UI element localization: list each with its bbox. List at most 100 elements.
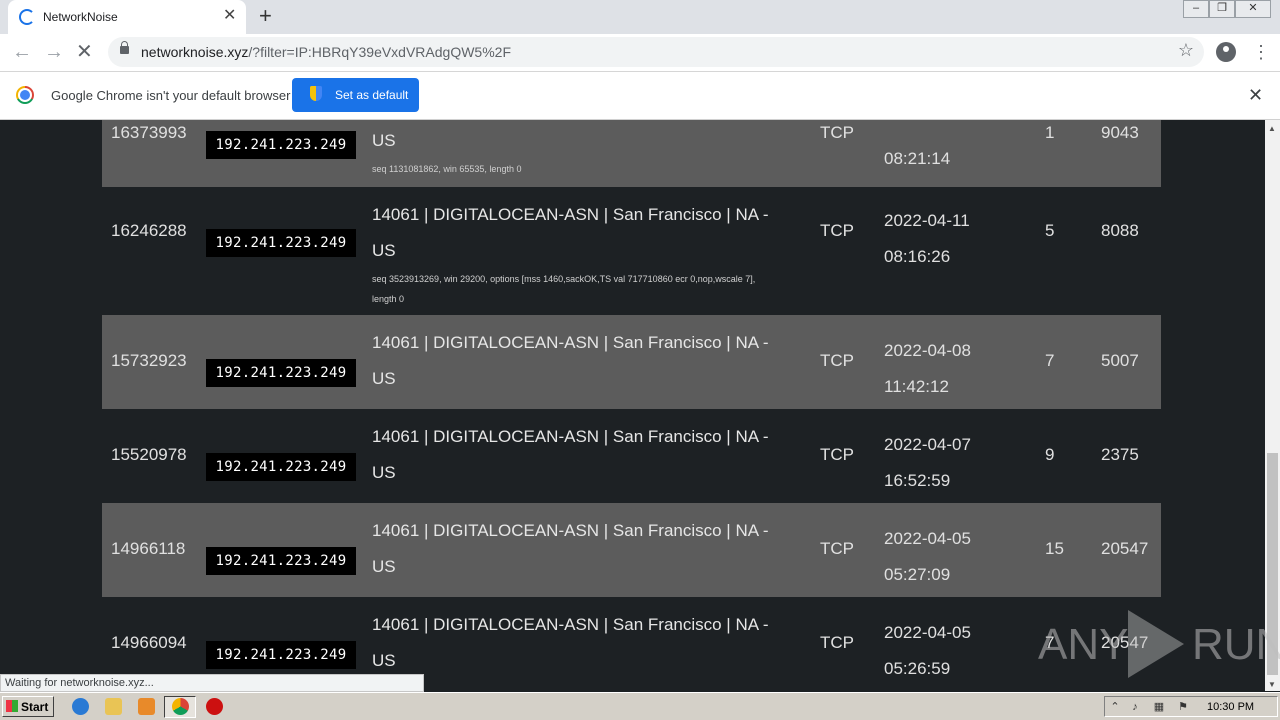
tab-networknoise[interactable]: NetworkNoise ✕ [8, 0, 246, 34]
row-protocol: TCP [820, 445, 854, 464]
row-asn: 14061 | DIGITALOCEAN-ASN | San Francisco… [372, 513, 802, 585]
row-id: 15520978 [111, 445, 187, 464]
table-row: 15520978 TCP 9 2375 192.241.223.249 14061 | D… [102, 409, 1161, 503]
profile-icon[interactable] [1216, 42, 1236, 62]
asn-country: US [372, 651, 396, 670]
infobar-message: Google Chrome isn't your default browser [51, 88, 291, 103]
window-close-button[interactable]: ✕ [1235, 0, 1271, 18]
row-timestamp: 2022-04-08 11:42:12 [884, 333, 994, 405]
row-time: 05:26:59 [884, 659, 951, 678]
infobar-close-icon[interactable]: ✕ [1248, 85, 1263, 105]
row-timestamp: 2022-04-07 16:52:59 [884, 427, 994, 499]
scroll-up-icon[interactable]: ▲ [1268, 124, 1276, 133]
browser-toolbar: ← → ✕ networknoise.xyz/?filter=IP:HBRqY3… [0, 34, 1280, 72]
row-packet-detail: seq 1131081862, win 65535, length 0 [372, 164, 522, 174]
network-icon[interactable]: ▦ [1153, 701, 1165, 713]
ip-address-badge[interactable]: 192.241.223.249 [206, 547, 356, 575]
row-asn: 14061 | DIGITALOCEAN-ASN | San Francisco… [372, 607, 802, 679]
row-date: 2022-04-07 [884, 435, 971, 454]
row-count: 1 [1045, 123, 1055, 142]
row-protocol: TCP [820, 633, 854, 652]
row-date: 2022-04-05 [884, 529, 971, 548]
url-text[interactable]: networknoise.xyz/?filter=IP:HBRqY39eVxdV… [141, 44, 511, 60]
asn-line: 14061 | DIGITALOCEAN-ASN | San Francisco… [372, 615, 769, 634]
row-port: 8088 [1101, 221, 1139, 240]
row-protocol: TCP [820, 351, 854, 370]
back-arrow-icon[interactable]: ← [12, 40, 32, 64]
folder-icon[interactable] [105, 698, 122, 715]
table-row: 16373993 TCP 1 9043 192.241.223.249 US seq 113… [102, 120, 1161, 187]
ip-address-badge[interactable]: 192.241.223.249 [206, 131, 356, 159]
row-time: 16:52:59 [884, 471, 951, 490]
row-timestamp: 2022-04-05 05:26:59 [884, 615, 994, 687]
row-protocol: TCP [820, 221, 854, 240]
windows-taskbar: Start ⌃ ♪ ▦ ⚑ 10:30 PM [0, 692, 1280, 720]
star-icon[interactable]: ☆ [1178, 40, 1194, 61]
flag-icon[interactable]: ⚑ [1177, 701, 1189, 713]
asn-country: US [372, 131, 396, 150]
minimize-button[interactable]: – [1183, 0, 1209, 18]
scroll-down-icon[interactable]: ▼ [1268, 680, 1276, 689]
stop-icon[interactable]: ✕ [76, 40, 93, 64]
watermark-left: ANY [1038, 620, 1129, 669]
forward-arrow-icon[interactable]: → [44, 40, 64, 64]
row-count: 15 [1045, 539, 1064, 558]
ip-address-badge[interactable]: 192.241.223.249 [206, 229, 356, 257]
ip-address-badge[interactable]: 192.241.223.249 [206, 359, 356, 387]
asn-line: 14061 | DIGITALOCEAN-ASN | San Francisco… [372, 205, 769, 224]
row-protocol: TCP [820, 539, 854, 558]
clock[interactable]: 10:30 PM [1207, 701, 1254, 713]
row-count: 7 [1045, 351, 1055, 370]
system-tray: ⌃ ♪ ▦ ⚑ 10:30 PM [1104, 696, 1278, 717]
asn-country: US [372, 241, 396, 260]
set-as-default-label: Set as default [335, 88, 409, 102]
opera-icon[interactable] [206, 698, 223, 715]
tab-title: NetworkNoise [43, 10, 118, 24]
row-count: 9 [1045, 445, 1055, 464]
row-packet-detail: seq 3523913269, win 29200, options [mss … [372, 274, 756, 304]
menu-icon[interactable]: ⋮ [1252, 40, 1270, 64]
row-date: 2022-04-08 [884, 341, 971, 360]
asn-line: 14061 | DIGITALOCEAN-ASN | San Francisco… [372, 333, 769, 352]
row-id: 15732923 [111, 351, 187, 370]
row-protocol: TCP [820, 123, 854, 142]
lock-icon [120, 41, 129, 54]
row-timestamp: 2022-04-11 08:16:26 [884, 203, 994, 275]
ip-address-badge[interactable]: 192.241.223.249 [206, 641, 356, 669]
restore-button[interactable]: ❐ [1209, 0, 1235, 18]
media-player-icon[interactable] [138, 698, 155, 715]
address-bar[interactable]: networknoise.xyz/?filter=IP:HBRqY39eVxdV… [108, 37, 1204, 67]
ip-address-badge[interactable]: 192.241.223.249 [206, 453, 356, 481]
row-time: 11:42:12 [884, 377, 949, 396]
tab-strip: NetworkNoise ✕ + – ❐ ✕ [0, 0, 1280, 34]
row-id: 16246288 [111, 221, 187, 240]
row-asn: 14061 | DIGITALOCEAN-ASN | San Francisco… [372, 197, 802, 269]
play-icon [1128, 610, 1184, 678]
default-browser-infobar: Google Chrome isn't your default browser… [0, 72, 1280, 120]
table-row: 15732923 TCP 7 5007 192.241.223.249 14061 | D… [102, 315, 1161, 409]
row-timestamp: 2022-04-1208:21:14 [884, 120, 994, 177]
chrome-logo-icon [16, 86, 34, 104]
start-label: Start [21, 700, 49, 714]
ie-icon[interactable] [72, 698, 89, 715]
set-as-default-button[interactable]: Set as default [292, 78, 419, 112]
row-id: 14966118 [111, 539, 186, 558]
plus-icon[interactable]: + [259, 4, 272, 28]
shield-icon [310, 86, 322, 101]
row-date: 2022-04-11 [884, 211, 970, 230]
table-row: 14966118 TCP 15 20547 192.241.223.249 14061 |… [102, 503, 1161, 597]
tray-expand-icon[interactable]: ⌃ [1109, 701, 1121, 713]
row-port: 2375 [1101, 445, 1139, 464]
tab-spinner-icon [19, 9, 35, 25]
chrome-taskbar-button[interactable] [164, 696, 196, 718]
start-button[interactable]: Start [2, 696, 54, 717]
row-asn: 14061 | DIGITALOCEAN-ASN | San Francisco… [372, 325, 802, 397]
asn-country: US [372, 557, 396, 576]
vertical-scrollbar[interactable]: ▲ ▼ [1265, 120, 1280, 691]
status-bubble: Waiting for networknoise.xyz... [0, 674, 424, 692]
row-date: 2022-04-05 [884, 623, 971, 642]
close-icon[interactable]: ✕ [223, 6, 236, 26]
row-time: 05:27:09 [884, 565, 951, 584]
row-asn: 14061 | DIGITALOCEAN-ASN | San Francisco… [372, 419, 802, 491]
volume-icon[interactable]: ♪ [1129, 701, 1141, 713]
